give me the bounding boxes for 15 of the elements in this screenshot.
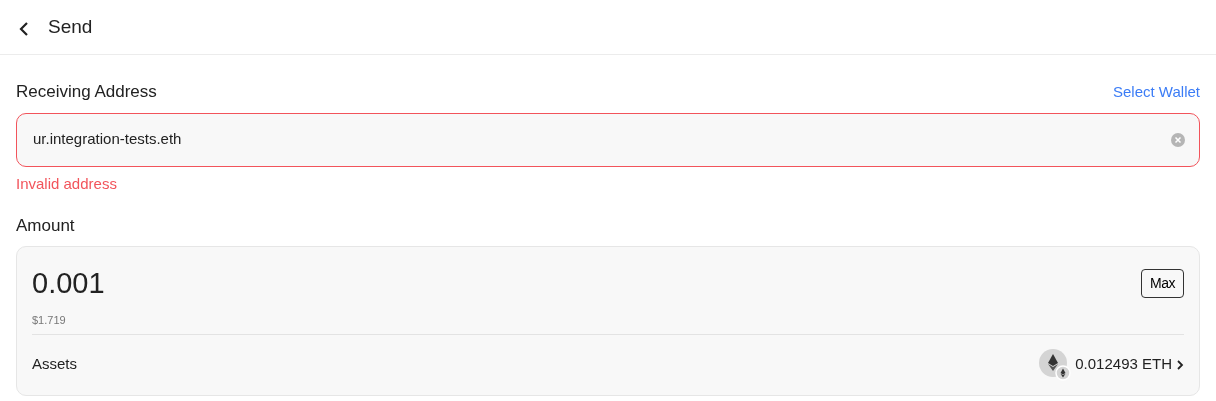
page-title: Send	[48, 14, 93, 39]
max-button[interactable]: Max	[1141, 269, 1184, 298]
field-label: Receiving Address	[16, 81, 157, 103]
error-message: Invalid address	[16, 174, 117, 192]
assets-label: Assets	[32, 354, 77, 375]
chevron-right-icon	[1176, 358, 1184, 371]
select-wallet-link[interactable]: Select Wallet	[1113, 80, 1200, 103]
amount-value: 0.001	[32, 269, 105, 298]
ethereum-icon	[1039, 348, 1072, 381]
field-label: Amount	[16, 215, 75, 235]
fiat-value: $1.719	[32, 314, 66, 326]
asset-selector[interactable]: 0.012493 ETH	[1039, 348, 1184, 381]
balance-text: 0.012493 ETH	[1075, 354, 1172, 375]
address-field[interactable]: ur.integration-tests.eth	[16, 112, 1200, 167]
address-input[interactable]: ur.integration-tests.eth	[31, 127, 1171, 152]
